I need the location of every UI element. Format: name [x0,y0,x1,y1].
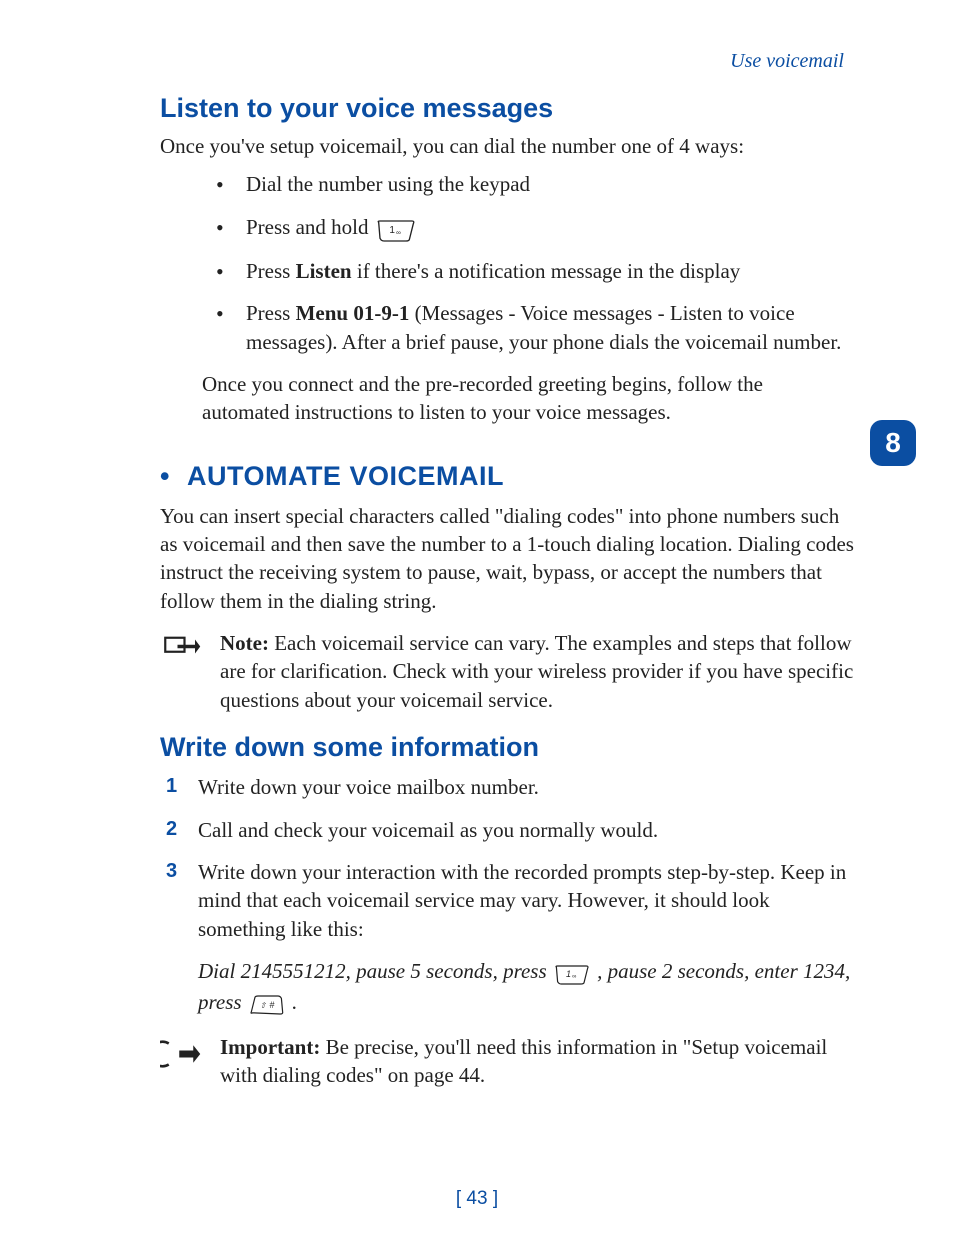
important-label: Important: [220,1035,320,1059]
ways-list: Dial the number using the keypad Press a… [202,170,854,356]
text-bold: Listen [296,259,352,283]
svg-text:⇧: ⇧ [260,1001,267,1010]
section-intro: You can insert special characters called… [160,502,854,615]
section-intro: Once you've setup voicemail, you can dia… [160,132,854,160]
section-heading-writedown: Write down some information [160,732,854,763]
note-body: Each voicemail service can vary. The exa… [220,631,853,712]
text-bold: Menu 01-9-1 [296,301,410,325]
important-block: Important: Be precise, you'll need this … [160,1033,854,1090]
svg-text:1: 1 [566,968,571,978]
list-item: Press and hold 1∞ [202,213,854,243]
svg-text:∞: ∞ [572,974,576,980]
heading-text: AUTOMATE VOICEMAIL [180,461,504,491]
note-text: Note: Each voicemail service can vary. T… [220,629,854,714]
important-hand-icon [160,1033,202,1080]
page-number: [ 43 ] [0,1188,954,1210]
text-fragment: Dial 2145551212, pause 5 seconds, press [198,959,552,983]
list-item: Dial the number using the keypad [202,170,854,198]
section-heading-automate: • AUTOMATE VOICEMAIL [160,461,854,492]
text-fragment: . [287,990,298,1014]
bullet-icon: • [160,461,170,491]
chapter-tab: 8 [870,420,916,466]
section-heading-listen: Listen to your voice messages [160,93,854,124]
list-item: Write down your voice mailbox number. [160,773,854,801]
text-fragment: Press [246,301,296,325]
list-item: Press Menu 01-9-1 (Messages - Voice mess… [202,299,854,356]
text-fragment: if there's a notification message in the… [352,259,741,283]
key-1-voicemail-icon: 1∞ [554,958,590,987]
note-label: Note: [220,631,269,655]
running-header: Use voicemail [160,50,844,73]
example-dial-string: Dial 2145551212, pause 5 seconds, press … [198,957,854,1019]
svg-text:#: # [269,1000,275,1010]
text-fragment: Press [246,259,296,283]
svg-text:∞: ∞ [396,229,401,236]
followup-paragraph: Once you connect and the pre-recorded gr… [202,370,854,427]
note-arrow-icon [160,629,202,676]
text-fragment: Press and hold [246,215,374,239]
note-block: Note: Each voicemail service can vary. T… [160,629,854,714]
list-item: Press Listen if there's a notification m… [202,257,854,285]
list-item: Write down your interaction with the rec… [160,858,854,943]
key-1-voicemail-icon: 1∞ [376,215,416,243]
svg-text:1: 1 [389,225,395,236]
steps-list: Write down your voice mailbox number. Ca… [160,773,854,943]
important-text: Important: Be precise, you'll need this … [220,1033,854,1090]
list-item: Call and check your voicemail as you nor… [160,816,854,844]
key-hash-icon: ⇧# [249,989,285,1018]
